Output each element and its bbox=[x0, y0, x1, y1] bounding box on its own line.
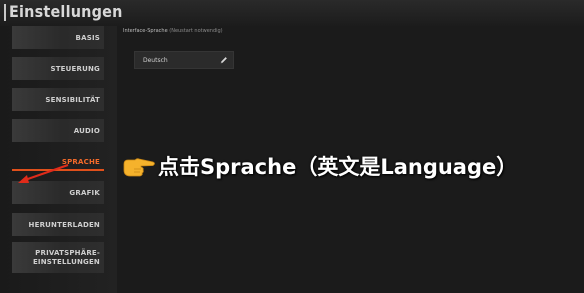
sidebar-item-herunterladen[interactable]: HERUNTERLADEN bbox=[12, 213, 104, 236]
sidebar-item-label: GRAFIK bbox=[69, 188, 100, 197]
section-hint: (Neustart notwendig) bbox=[169, 28, 223, 34]
sidebar-item-sprache[interactable]: SPRACHE bbox=[12, 150, 104, 173]
sidebar-item-label: STEUERUNG bbox=[50, 64, 100, 73]
active-tab-underline bbox=[12, 169, 104, 171]
sidebar-item-audio[interactable]: AUDIO bbox=[12, 119, 104, 142]
sidebar-item-label: AUDIO bbox=[73, 126, 100, 135]
title-accent-bar bbox=[4, 4, 6, 21]
tutorial-annotation: 点击Sprache（英文是Language） bbox=[122, 149, 517, 183]
page-title: Einstellungen bbox=[9, 2, 123, 21]
language-value: Deutsch bbox=[143, 56, 168, 64]
sidebar-item-privatsphaere[interactable]: PRIVATSPHÄRE- EINSTELLUNGEN bbox=[12, 242, 104, 273]
section-label: Interface-Sprache bbox=[123, 28, 168, 34]
annotation-text: 点击Sprache（英文是Language） bbox=[158, 155, 518, 179]
sidebar-item-label: SENSIBILITÄT bbox=[45, 95, 100, 104]
pointing-hand-icon bbox=[123, 158, 155, 177]
sidebar-item-grafik[interactable]: GRAFIK bbox=[12, 181, 104, 204]
sidebar-item-basis[interactable]: BASIS bbox=[12, 26, 104, 49]
sidebar-item-label: PRIVATSPHÄRE- EINSTELLUNGEN bbox=[32, 248, 100, 266]
sidebar-item-sensibilitaet[interactable]: SENSIBILITÄT bbox=[12, 88, 104, 111]
language-select-field[interactable]: Deutsch bbox=[134, 51, 234, 69]
pencil-icon[interactable] bbox=[220, 56, 228, 64]
title-bar: Einstellungen bbox=[0, 0, 584, 26]
section-header: Interface-Sprache (Neustart notwendig) bbox=[123, 28, 223, 34]
sidebar-item-label: HERUNTERLADEN bbox=[28, 220, 100, 229]
sidebar-item-label: BASIS bbox=[75, 33, 100, 42]
sidebar-item-steuerung[interactable]: STEUERUNG bbox=[12, 57, 104, 80]
